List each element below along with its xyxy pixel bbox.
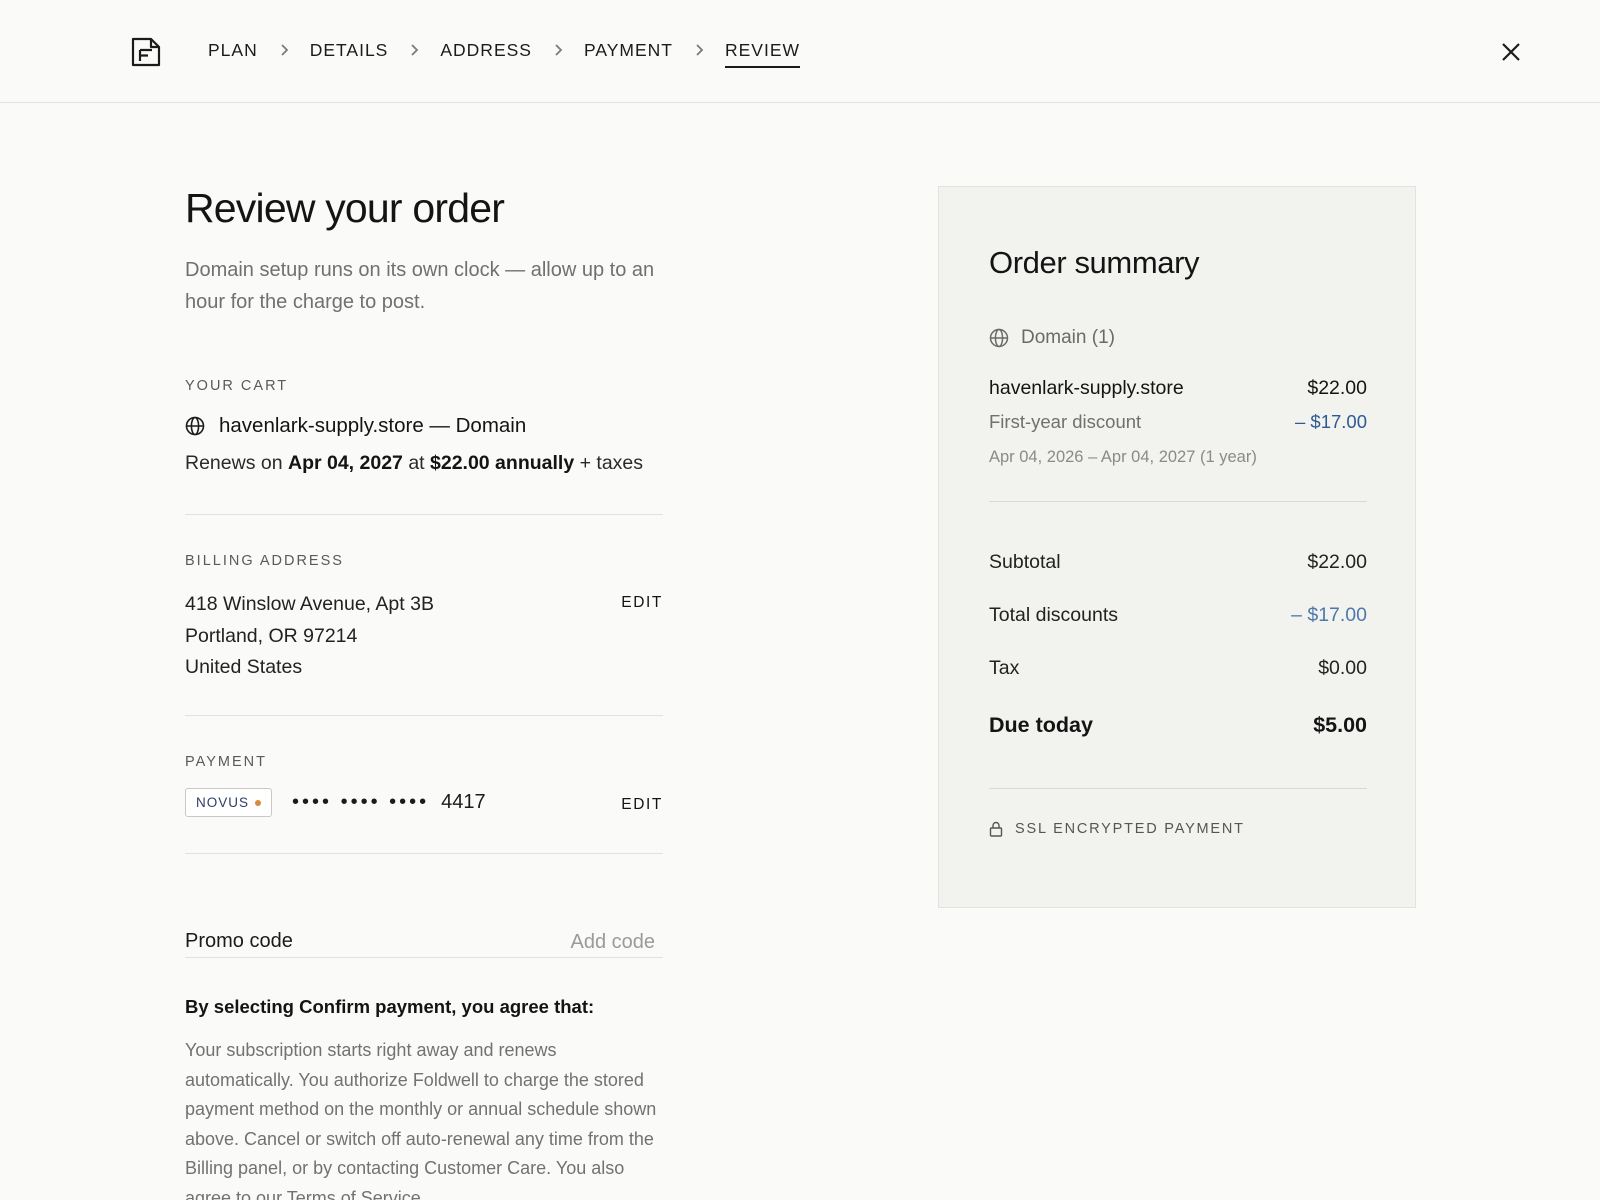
divider [989, 501, 1367, 502]
tax-value: $0.00 [1318, 657, 1367, 679]
payment-label: PAYMENT [185, 754, 267, 770]
total-discounts-row: Total discounts – $17.00 [989, 604, 1367, 627]
divider [185, 715, 663, 716]
secure-payment-note: SSL ENCRYPTED PAYMENT [989, 821, 1245, 837]
summary-group-label: Domain (1) [1021, 327, 1115, 348]
divider [185, 514, 663, 515]
card-masked-number: •••• •••• •••• [292, 791, 430, 813]
cart-item-name: havenlark-supply.store — Domain [219, 414, 527, 437]
globe-icon [989, 328, 1009, 348]
chevron-right-icon [388, 43, 440, 57]
renew-prefix: Renews on [185, 452, 283, 474]
item-price: $22.00 [1307, 377, 1367, 399]
card-row: NOVUS •••• •••• •••• 4417 [185, 788, 663, 817]
tax-row: Tax $0.00 [989, 657, 1367, 680]
total-discounts-label: Total discounts [989, 604, 1118, 626]
address-line-2: Portland, OR 97214 [185, 624, 358, 647]
summary-title: Order summary [989, 245, 1200, 280]
globe-icon [185, 416, 205, 436]
lock-icon [989, 821, 1003, 837]
terms-section: By selecting Confirm payment, you agree … [185, 996, 663, 1200]
chevron-right-icon [673, 43, 725, 57]
chevron-right-icon [258, 43, 310, 57]
due-today-row: Due today $5.00 [989, 713, 1367, 738]
renew-suffix: + taxes [579, 452, 644, 474]
promo-code-input[interactable] [463, 924, 663, 960]
dates-row: Apr 04, 2026 – Apr 04, 2027 (1 year) [989, 448, 1367, 467]
item-name: havenlark-supply.store [989, 377, 1184, 399]
tax-label: Tax [989, 657, 1020, 679]
due-label: Due today [989, 713, 1093, 737]
step-payment[interactable]: PAYMENT [584, 38, 673, 62]
promo-section: Promo code [185, 894, 663, 998]
summary-item-row: havenlark-supply.store $22.00 [989, 377, 1367, 400]
billing-label: BILLING ADDRESS [185, 553, 344, 569]
page-title: Review your order [185, 185, 505, 231]
step-plan[interactable]: PLAN [208, 38, 258, 62]
card-brand-badge: NOVUS [185, 788, 273, 817]
checkout-steps: PLAN DETAILS ADDRESS PAYMENT REVIEW [208, 38, 801, 68]
subtotal-label: Subtotal [989, 551, 1061, 573]
edit-billing-button[interactable]: EDIT [621, 594, 663, 612]
billing-section: BILLING ADDRESS EDIT 418 Winslow Avenue,… [185, 553, 663, 684]
discount-value: – $17.00 [1294, 411, 1367, 432]
divider [185, 853, 663, 854]
summary-group: Domain (1) [989, 327, 1115, 349]
subtotal-value: $22.00 [1307, 551, 1367, 573]
cart-section: YOUR CART havenlark-supply.store — Domai… [185, 378, 663, 475]
document-logo-icon[interactable] [130, 36, 162, 68]
renew-at: at [408, 452, 425, 474]
renew-date: Apr 04, 2027 [287, 452, 403, 474]
review-panel: Review your order Domain setup runs on i… [185, 180, 663, 1200]
subtotal-row: Subtotal $22.00 [989, 551, 1367, 574]
terms-body: Your subscription starts right away and … [185, 1040, 657, 1200]
billing-address: 418 Winslow Avenue, Apt 3B Portland, OR … [185, 589, 663, 684]
divider [989, 788, 1367, 789]
edit-payment-button[interactable]: EDIT [621, 796, 663, 814]
step-address[interactable]: ADDRESS [440, 38, 532, 62]
total-discounts-value: – $17.00 [1291, 604, 1367, 626]
close-icon[interactable] [1498, 39, 1524, 65]
step-review[interactable]: REVIEW [724, 38, 801, 68]
address-line-3: United States [185, 656, 303, 678]
secure-label: SSL ENCRYPTED PAYMENT [1015, 821, 1245, 837]
order-summary: Order summary Domain (1) havenlark-suppl… [938, 186, 1416, 908]
terms-heading: By selecting Confirm payment, you agree … [185, 996, 595, 1017]
cart-label: YOUR CART [185, 378, 289, 394]
card-last4: 4417 [441, 791, 486, 813]
top-bar: PLAN DETAILS ADDRESS PAYMENT REVIEW [0, 0, 1600, 103]
due-value: $5.00 [1313, 713, 1367, 737]
chevron-right-icon [532, 43, 584, 57]
brand-dot [255, 799, 262, 806]
term-dates: Apr 04, 2026 – Apr 04, 2027 (1 year) [989, 448, 1257, 466]
renewal-text: Renews on Apr 04, 2027 at $22.00 annuall… [185, 452, 663, 475]
step-details[interactable]: DETAILS [310, 38, 389, 62]
address-line-1: 418 Winslow Avenue, Apt 3B [185, 593, 434, 615]
discount-label: First-year discount [989, 411, 1142, 432]
card-brand-name: NOVUS [196, 795, 250, 810]
payment-section: PAYMENT EDIT NOVUS •••• •••• •••• 4417 [185, 754, 663, 817]
divider [185, 957, 663, 958]
renew-price: $22.00 annually [430, 452, 575, 474]
intro-text: Domain setup runs on its own clock — all… [185, 259, 655, 313]
cart-item: havenlark-supply.store — Domain [185, 414, 663, 438]
discount-row: First-year discount – $17.00 [989, 411, 1367, 433]
promo-label: Promo code [185, 930, 293, 952]
